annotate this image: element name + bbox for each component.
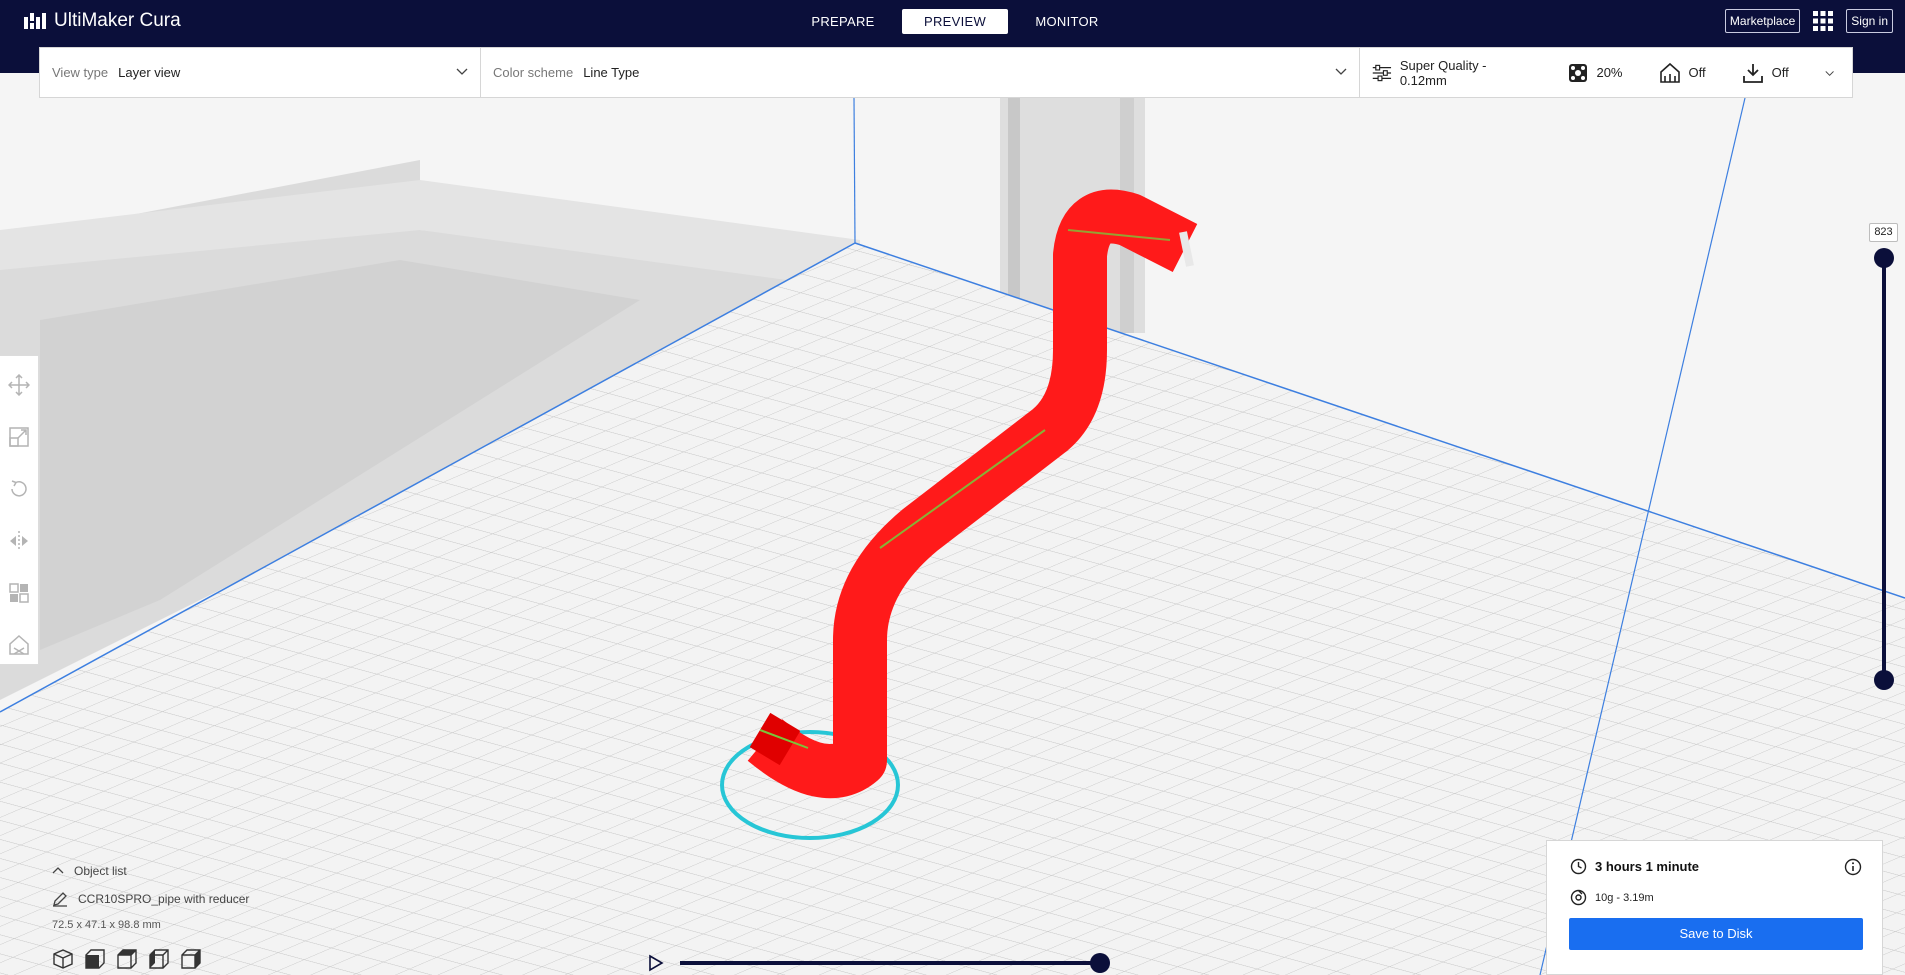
- per-model-settings-icon: [9, 583, 29, 603]
- color-scheme-value: Line Type: [583, 65, 640, 80]
- support-blocker-tool[interactable]: [7, 630, 31, 660]
- object-dimensions: 72.5 x 47.1 x 98.8 mm: [52, 919, 161, 931]
- app-title: UltiMaker Cura: [54, 10, 181, 31]
- rotate-icon: [11, 480, 27, 497]
- save-to-disk-button[interactable]: Save to Disk: [1569, 918, 1863, 950]
- chevron-down-icon: [1335, 68, 1347, 75]
- scale-tool[interactable]: [7, 422, 31, 452]
- color-scheme-dropdown[interactable]: Color scheme Line Type: [481, 48, 1360, 97]
- support-value: Off: [1688, 65, 1706, 80]
- top-view-icon[interactable]: [116, 948, 138, 970]
- info-icon[interactable]: [1844, 858, 1862, 876]
- object-list-item[interactable]: CCR10SPRO_pipe with reducer: [52, 888, 249, 910]
- spool-icon: [1570, 889, 1587, 906]
- object-list-toggle[interactable]: Object list: [52, 860, 249, 882]
- object-list-panel: Object list CCR10SPRO_pipe with reducer: [52, 860, 249, 910]
- clock-icon: [1570, 858, 1587, 875]
- profile-value: Super Quality - 0.12mm: [1399, 57, 1487, 88]
- object-list-header: Object list: [74, 864, 127, 878]
- material-usage: 10g - 3.19m: [1595, 891, 1654, 904]
- view-type-label: View type: [52, 65, 109, 80]
- sign-in-button[interactable]: Sign in: [1846, 9, 1893, 33]
- print-settings-dropdown[interactable]: Super Quality - 0.12mm 20% Off Off: [1360, 48, 1852, 97]
- camera-view-buttons: [52, 948, 202, 970]
- adhesion-value: Off: [1771, 65, 1789, 80]
- support-indicator[interactable]: Off: [1659, 62, 1706, 84]
- layer-slider-track[interactable]: [1882, 258, 1886, 682]
- rotate-tool[interactable]: [7, 474, 31, 504]
- chevron-up-icon: [52, 867, 64, 874]
- tab-monitor[interactable]: MONITOR: [1014, 9, 1120, 34]
- left-view-icon[interactable]: [148, 948, 170, 970]
- support-blocker-icon: [9, 634, 29, 655]
- path-slider-track[interactable]: [680, 961, 1100, 965]
- infill-indicator[interactable]: 20%: [1568, 63, 1623, 83]
- top-right-actions: Marketplace Sign in: [1724, 9, 1893, 33]
- print-time: 3 hours 1 minute: [1595, 859, 1700, 874]
- view-type-value: Layer view: [118, 65, 181, 80]
- chevron-down-icon: [456, 68, 468, 75]
- stage-tabs: PREPARE PREVIEW MONITOR: [790, 9, 1126, 34]
- scale-icon: [9, 427, 29, 447]
- mirror-tool[interactable]: [7, 526, 31, 556]
- marketplace-button[interactable]: Marketplace: [1724, 9, 1801, 33]
- pencil-icon: [53, 892, 67, 907]
- right-view-icon[interactable]: [180, 948, 202, 970]
- tab-prepare[interactable]: PREPARE: [790, 9, 896, 34]
- apps-grid-icon[interactable]: [1812, 10, 1834, 32]
- ultimaker-logo-icon: [24, 13, 46, 29]
- adhesion-icon: [1742, 63, 1763, 83]
- print-info-panel: 3 hours 1 minute 10g - 3.19m Save to Dis…: [1546, 840, 1883, 975]
- color-scheme-label: Color scheme: [493, 65, 574, 80]
- play-icon[interactable]: [647, 953, 665, 973]
- print-time-row: 3 hours 1 minute: [1570, 858, 1699, 875]
- layer-number-box[interactable]: 823: [1869, 223, 1898, 242]
- tool-panel: [0, 355, 39, 665]
- infill-value: 20%: [1596, 65, 1623, 80]
- per-model-settings-tool[interactable]: [7, 578, 31, 608]
- app-logo: UltiMaker Cura: [24, 10, 181, 32]
- support-icon: [1659, 62, 1680, 83]
- layer-slider-upper-handle[interactable]: [1874, 248, 1894, 268]
- chevron-down-icon[interactable]: [1825, 68, 1834, 78]
- object-name: CCR10SPRO_pipe with reducer: [78, 892, 250, 906]
- path-slider-handle[interactable]: [1090, 953, 1110, 973]
- move-icon: [8, 374, 30, 396]
- mirror-icon: [10, 531, 28, 551]
- layer-slider-lower-handle[interactable]: [1874, 670, 1894, 690]
- tab-preview[interactable]: PREVIEW: [902, 9, 1008, 34]
- sliders-icon: [1372, 64, 1392, 81]
- infill-icon: [1569, 63, 1588, 82]
- 3d-view-icon[interactable]: [52, 948, 74, 970]
- front-view-icon[interactable]: [84, 948, 106, 970]
- view-settings-bar: View type Layer view Color scheme Line T…: [39, 47, 1853, 98]
- move-tool[interactable]: [7, 370, 31, 400]
- adhesion-indicator[interactable]: Off: [1742, 62, 1789, 84]
- view-type-dropdown[interactable]: View type Layer view: [40, 48, 481, 97]
- profile-selector[interactable]: Super Quality - 0.12mm: [1372, 58, 1504, 88]
- material-row: 10g - 3.19m: [1570, 889, 1654, 906]
